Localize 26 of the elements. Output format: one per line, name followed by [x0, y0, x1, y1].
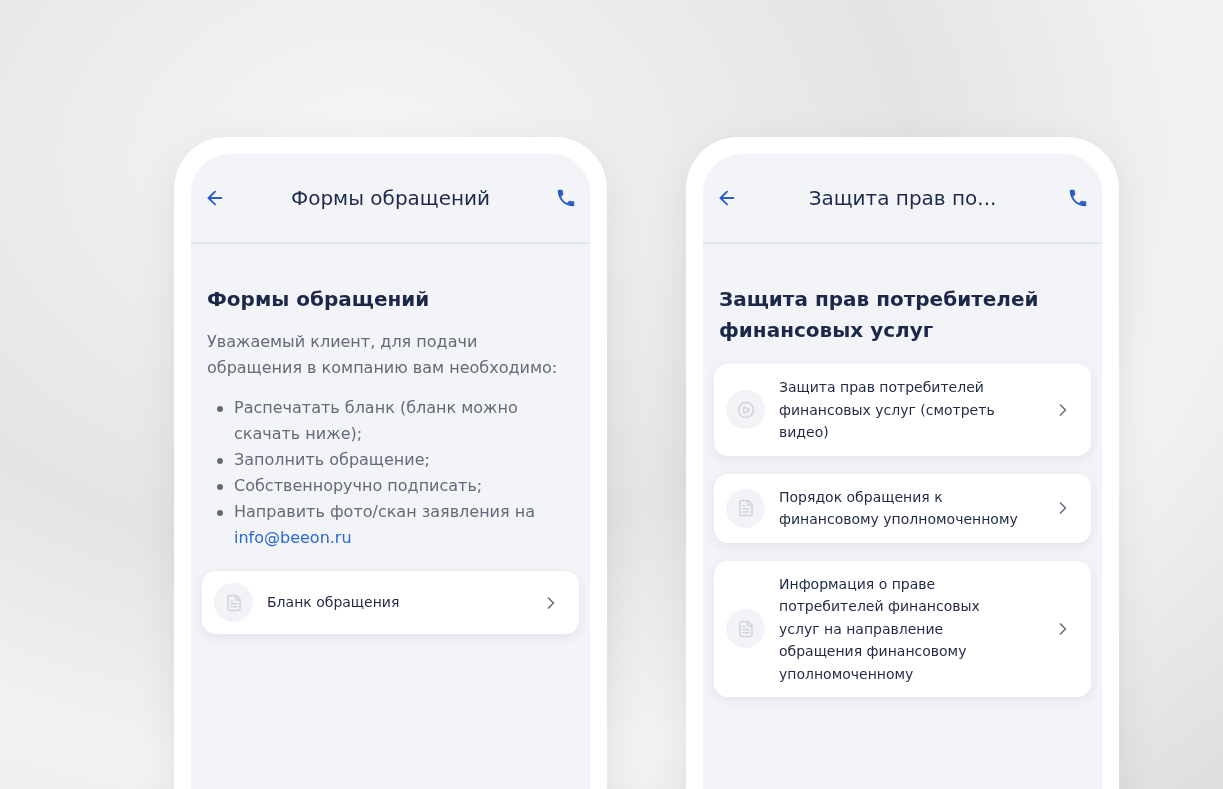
bullet-text: Собственноручно подписать;: [234, 476, 483, 495]
bullet-dot: [217, 510, 223, 516]
play-icon: [726, 390, 765, 430]
list-card[interactable]: Защита прав потребителей финансовых услуг (смотреть видео): [714, 364, 1091, 456]
bullet-dot: [217, 458, 223, 464]
bullet-dot: [217, 406, 223, 412]
email-link[interactable]: info@beeon.ru: [234, 525, 352, 551]
document-icon: [726, 488, 765, 528]
list-card[interactable]: Бланк обращения: [202, 571, 579, 634]
header-title: Защита прав по...: [808, 186, 997, 210]
intro-text: Уважаемый клиент, для подачи обращения в компанию вам необходимо:: [206, 331, 559, 379]
card-label: Бланк обращения: [267, 593, 401, 613]
bullet-text: Заполнить обращение;: [234, 450, 430, 469]
card-label: Порядок обращения к финансовому уполномоченному: [779, 487, 1019, 529]
list-card[interactable]: Порядок обращения к финансовому уполномоченному: [714, 473, 1091, 543]
page-heading: Защита прав потребителей финансовых услуг: [718, 286, 1040, 344]
list-card[interactable]: Информация о праве потребителей финансовых услуг на направление обращения финансовому уполномоченному: [714, 560, 1091, 697]
bullet-dot: [217, 484, 223, 490]
card-label: Защита прав потребителей финансовых услуг (смотреть видео): [779, 378, 996, 442]
card-label: Информация о праве потребителей финансовых услуг на направление обращения финансовому уполномоченному: [779, 574, 981, 684]
bullet-text: Распечатать бланк (бланк можно скачать ниже);: [234, 398, 518, 443]
bullet-text: Направить фото/скан заявления на: [234, 502, 535, 521]
page-heading: Формы обращений: [206, 286, 431, 313]
document-icon: [214, 583, 253, 622]
header-title: Формы обращений: [290, 186, 491, 210]
document-icon: [726, 609, 765, 649]
